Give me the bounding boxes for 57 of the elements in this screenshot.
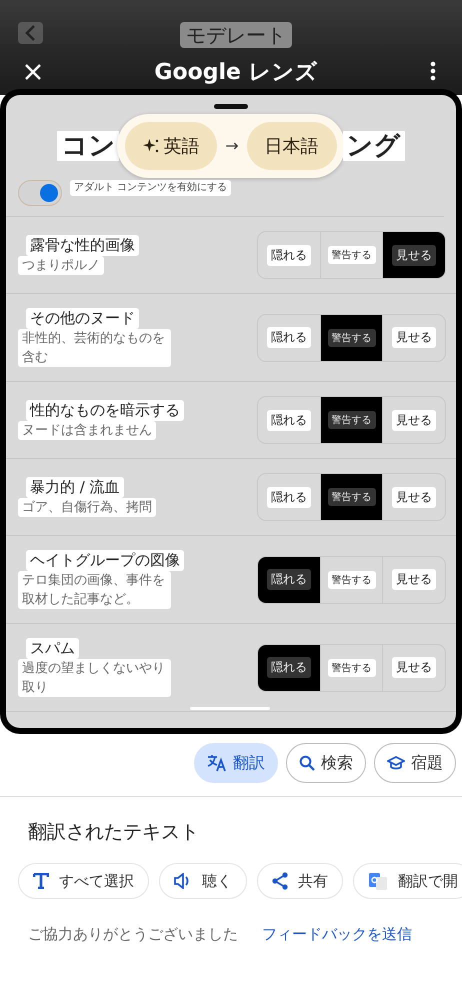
adult-content-switch[interactable]	[18, 180, 62, 206]
card-title: ング	[342, 130, 405, 160]
segment-option[interactable]: 隠れる	[258, 314, 320, 360]
switch-label: アダルト コンテンツを有効にする	[70, 180, 232, 196]
row-title: 暴力的 / 流血	[26, 477, 124, 498]
segment-option[interactable]: 隠れる	[258, 556, 320, 602]
action-chip[interactable]: 翻訳で開	[353, 863, 462, 899]
row-subtitle: 過度の望ましくないやり取り	[18, 659, 171, 697]
row-subtitle: ゴア、自傷行為、拷問	[18, 498, 156, 517]
action-chip[interactable]: 共有	[257, 863, 343, 899]
document-icon	[368, 871, 388, 891]
thanks-text: ご協力ありがとうございました	[28, 925, 238, 944]
captured-title: モデレート	[180, 22, 292, 48]
target-language-chip[interactable]: 日本語	[246, 122, 337, 170]
segment-option[interactable]: 隠れる	[258, 644, 320, 690]
sparkle-icon	[143, 138, 160, 154]
arrow-text: →	[225, 136, 239, 155]
translate-icon	[207, 754, 227, 772]
app-title: Google レンズ	[154, 59, 318, 87]
mode-chip[interactable]: 検索	[286, 743, 366, 783]
feedback-link[interactable]: フィードバックを送信	[262, 925, 412, 944]
segment-option[interactable]: 見せる	[383, 556, 445, 602]
card-title: コン	[57, 130, 120, 160]
segment-option[interactable]: 見せる	[383, 397, 445, 443]
translated-text-heading: 翻訳されたテキスト	[27, 820, 200, 845]
row-title: その他のヌード	[26, 308, 139, 329]
segment-option[interactable]: 警告する	[320, 644, 384, 690]
segment-option[interactable]: 警告する	[320, 474, 384, 520]
row-subtitle: 非性的、芸術的なものを含む	[18, 329, 171, 367]
share-icon	[272, 872, 288, 890]
row-title: ヘイトグループの図像	[26, 550, 184, 571]
action-chip[interactable]: すべて選択	[18, 863, 149, 899]
segment-option[interactable]: 見せる	[383, 644, 445, 690]
segment-option[interactable]: 警告する	[320, 556, 384, 602]
graduation-cap-icon	[387, 755, 405, 771]
segment-option[interactable]: 隠れる	[258, 474, 320, 520]
mode-chip[interactable]: 宿題	[374, 743, 456, 783]
row-title: 性的なものを暗示する	[26, 400, 184, 421]
drag-handle[interactable]	[214, 104, 248, 109]
segment-option[interactable]: 警告する	[320, 397, 384, 443]
search-icon	[299, 755, 315, 771]
segment-option[interactable]: 警告する	[320, 314, 384, 360]
mode-chip[interactable]: 翻訳	[194, 743, 278, 783]
segment-option[interactable]: 隠れる	[258, 232, 320, 278]
segment-option[interactable]: 警告する	[320, 232, 384, 278]
row-subtitle: ヌードは含まれません	[18, 421, 156, 440]
segment-option[interactable]: 見せる	[383, 232, 445, 278]
action-chip[interactable]: 聴く	[159, 863, 247, 899]
segment-option[interactable]: 見せる	[383, 314, 445, 360]
row-subtitle: テロ集団の画像、事件を取材した記事など。	[18, 571, 171, 609]
segment-option[interactable]: 見せる	[383, 474, 445, 520]
row-title: スパム	[26, 638, 79, 659]
row-subtitle: つまりポルノ	[18, 256, 104, 275]
segment-option[interactable]: 隠れる	[258, 397, 320, 443]
row-title: 露骨な性的画像	[26, 235, 139, 256]
source-language-chip[interactable]: 英語	[125, 122, 218, 170]
text-icon	[33, 873, 49, 889]
